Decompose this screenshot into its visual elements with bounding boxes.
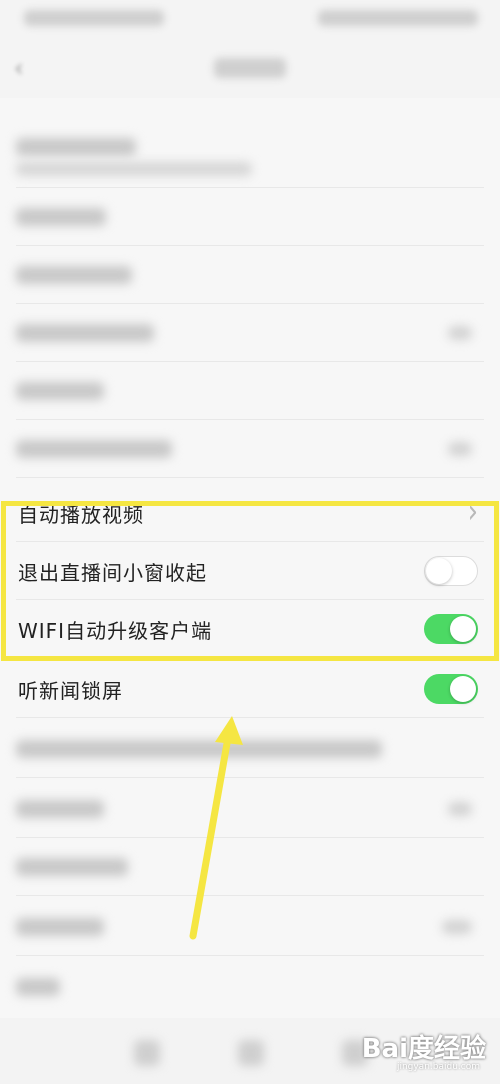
toggle-switch-off[interactable] <box>424 556 478 586</box>
blurred-row[interactable] <box>0 118 500 188</box>
row-news-lock-screen[interactable]: 听新闻锁屏 <box>0 660 500 718</box>
row-exit-live-minimize[interactable]: 退出直播间小窗收起 <box>0 542 500 600</box>
row-label: WIFI自动升级客户端 <box>18 619 213 643</box>
blurred-row[interactable] <box>0 958 500 1016</box>
nav-title-blurred <box>214 58 286 78</box>
blurred-row[interactable] <box>0 246 500 304</box>
blurred-row[interactable] <box>0 780 500 838</box>
tab-icon-blurred[interactable] <box>238 1040 264 1066</box>
blurred-row[interactable] <box>0 720 500 778</box>
row-label: 听新闻锁屏 <box>18 679 123 703</box>
nav-bar: ‹ <box>0 38 500 98</box>
toggle-knob <box>450 676 476 702</box>
row-auto-play-video[interactable]: 自动播放视频 › <box>0 484 500 542</box>
toggle-switch-on[interactable] <box>424 614 478 644</box>
toggle-switch-on[interactable] <box>424 674 478 704</box>
toggle-knob <box>426 558 452 584</box>
watermark-text: Bai度经验 <box>361 1034 486 1064</box>
blurred-row[interactable] <box>0 838 500 896</box>
row-wifi-auto-upgrade[interactable]: WIFI自动升级客户端 <box>0 600 500 658</box>
chevron-right-icon: › <box>467 492 478 532</box>
back-arrow-icon[interactable]: ‹ <box>14 54 24 82</box>
toggle-knob <box>450 616 476 642</box>
tab-icon-blurred[interactable] <box>134 1040 160 1066</box>
watermark-sub: jingyan.baidu.com <box>396 1062 480 1072</box>
status-bar <box>0 0 500 38</box>
blurred-row[interactable] <box>0 188 500 246</box>
blurred-row[interactable] <box>0 420 500 478</box>
blurred-row[interactable] <box>0 304 500 362</box>
row-label: 退出直播间小窗收起 <box>18 561 207 585</box>
blurred-row[interactable] <box>0 362 500 420</box>
settings-list: 自动播放视频 › 退出直播间小窗收起 WIFI自动升级客户端 听新闻锁屏 <box>0 98 500 1084</box>
status-left-blurred <box>24 10 164 26</box>
blurred-row[interactable] <box>0 898 500 956</box>
row-label: 自动播放视频 <box>18 503 144 527</box>
status-right-blurred <box>318 10 478 26</box>
baidu-jingyan-watermark: Bai度经验 jingyan.baidu.com <box>361 1028 486 1072</box>
